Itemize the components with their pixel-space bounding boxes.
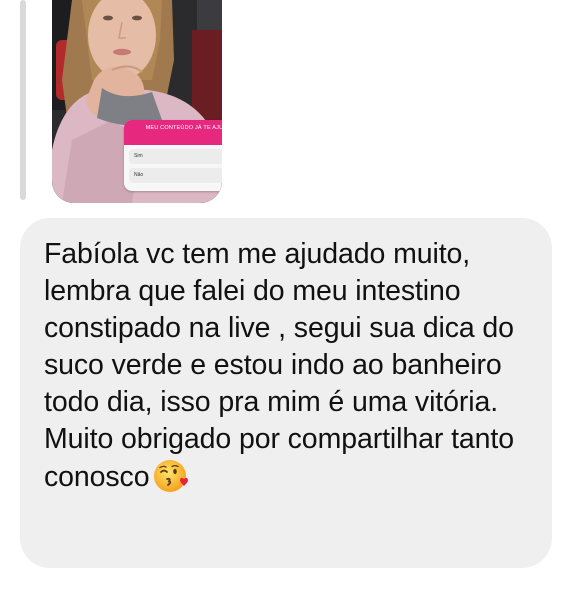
message-bubble[interactable]: Fabíola vc tem me ajudado muito, lembra … — [20, 218, 552, 568]
poll-question: MEU CONTEÚDO JÁ TE AJUDOU? — [124, 120, 222, 145]
story-reply-thumbnail[interactable]: MEU CONTEÚDO JÁ TE AJUDOU? Sim Não — [52, 0, 222, 203]
kissing-face-with-heart-icon — [153, 458, 189, 494]
message-paragraph-2-text: Muito obrigado por compartilhar tanto co… — [44, 423, 514, 493]
reply-quote-bar — [20, 0, 26, 200]
poll-option-no: Não — [129, 168, 222, 183]
story-poll-sticker: MEU CONTEÚDO JÁ TE AJUDOU? Sim Não — [124, 120, 222, 191]
poll-option-yes: Sim — [129, 149, 222, 164]
message-paragraph-1: Fabíola vc tem me ajudado muito, lembra … — [44, 238, 514, 418]
message-paragraph-2: Muito obrigado por compartilhar tanto co… — [44, 421, 532, 496]
